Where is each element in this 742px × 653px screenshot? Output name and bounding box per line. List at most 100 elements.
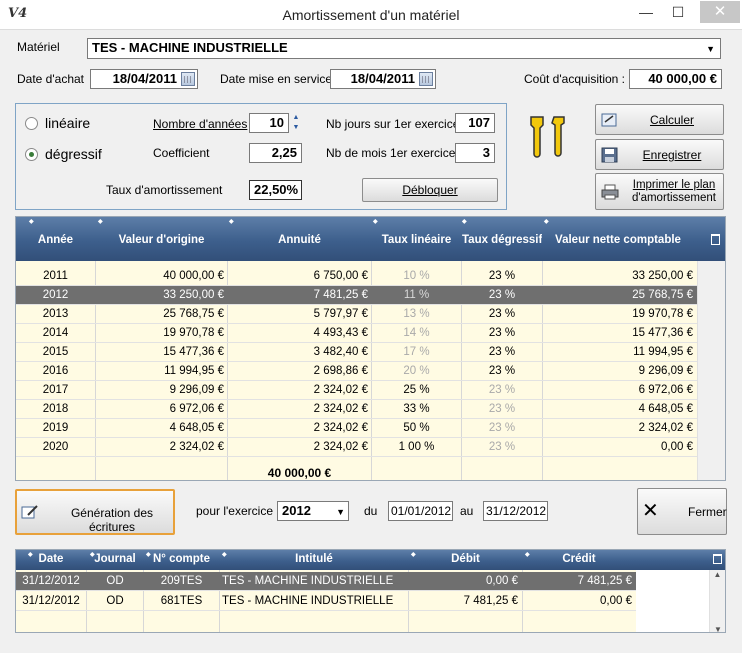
- cell-taux-degressif: 23 %: [488, 327, 516, 339]
- col-taux-degressif[interactable]: Taux dégressif: [462, 231, 542, 250]
- ecritures-scrollbar[interactable]: ▲ ▼: [709, 570, 725, 632]
- sort-icon[interactable]: ◆: [462, 218, 467, 225]
- sort-icon[interactable]: ◆: [544, 218, 549, 225]
- col-debit[interactable]: Débit: [409, 550, 522, 569]
- spin-down-icon[interactable]: ▼: [290, 123, 302, 133]
- enregistrer-button[interactable]: Enregistrer: [595, 139, 724, 170]
- degressif-label[interactable]: dégressif: [45, 146, 102, 162]
- exercice-select[interactable]: 2012 ▼: [277, 501, 349, 521]
- au-label: au: [460, 504, 474, 518]
- nb-annees-label: Nombre d'années: [153, 117, 248, 131]
- materiel-select[interactable]: TES - MACHINE INDUSTRIELLE ▼: [87, 38, 721, 59]
- date-achat-label: Date d'achat: [17, 72, 85, 86]
- table-row[interactable]: 2013 25 768,75 € 5 797,97 € 13 % 23 % 19 970,…: [16, 305, 697, 324]
- plan-table-header: ◆ ◆ ◆ ◆ ◆ ◆ Année Valeur d'origine Annui…: [16, 217, 725, 261]
- table-row[interactable]: 31/12/2012 OD 209TES TES - MACHINE INDUSTRI…: [16, 572, 636, 591]
- fermer-button[interactable]: ✕ Fermer: [637, 488, 727, 535]
- cell-journal: OD: [106, 595, 124, 607]
- radio-degressif[interactable]: [25, 148, 38, 161]
- table-row[interactable]: 2015 15 477,36 € 3 482,40 € 17 % 23 % 11 994,…: [16, 343, 697, 362]
- col-annuite[interactable]: Annuité: [228, 231, 371, 250]
- sort-icon[interactable]: ◆: [98, 218, 103, 225]
- cell-valeur-origine: 40 000,00 €: [163, 270, 224, 282]
- table-row[interactable]: 2018 6 972,06 € 2 324,02 € 33 % 23 % 4 648,05…: [16, 400, 697, 419]
- table-row[interactable]: 2011 40 000,00 € 6 750,00 € 10 % 23 % 33 250,…: [16, 267, 697, 286]
- table-row[interactable]: 2012 33 250,00 € 7 481,25 € 11 % 23 % 25 768,…: [16, 286, 697, 305]
- cell-annee: 2020: [42, 441, 69, 453]
- spin-buttons[interactable]: ▲ ▼: [290, 113, 302, 133]
- lineaire-label[interactable]: linéaire: [45, 115, 90, 131]
- generation-ecritures-button[interactable]: Génération des écritures: [15, 489, 175, 535]
- cell-compte: 209TES: [160, 575, 203, 587]
- ecritures-table-body: 31/12/2012 OD 209TES TES - MACHINE INDUSTRI…: [16, 570, 636, 632]
- ecritures-table[interactable]: ◆ ◆ ◆ ◆ ◆ ◆ Date Journal N° compte Intit…: [15, 549, 726, 633]
- cell-valeur-origine: 4 648,05 €: [169, 422, 224, 434]
- cell-annuite: 2 324,02 €: [313, 384, 368, 396]
- plan-amortissement-table[interactable]: ◆ ◆ ◆ ◆ ◆ ◆ Année Valeur d'origine Annui…: [15, 216, 726, 481]
- tools-icon: [527, 113, 571, 159]
- imprimer-label: Imprimer le plan d'amortissement: [626, 179, 722, 205]
- table-row[interactable]: 2016 11 994,95 € 2 698,86 € 20 % 23 % 9 296,0…: [16, 362, 697, 381]
- cell-valeur-origine: 15 477,36 €: [163, 346, 224, 358]
- cell-annuite: 2 324,02 €: [313, 441, 368, 453]
- cell-annee: 2015: [42, 346, 69, 358]
- cell-annuite: 2 698,86 €: [313, 365, 368, 377]
- calculator-icon: [601, 112, 619, 128]
- au-date-input[interactable]: 31/12/2012: [483, 501, 548, 521]
- cell-taux-lineaire: 10 %: [403, 270, 430, 282]
- col-intitule[interactable]: Intitulé: [220, 550, 408, 569]
- sort-icon[interactable]: ◆: [373, 218, 378, 225]
- col-credit[interactable]: Crédit: [523, 550, 635, 569]
- coefficient-input[interactable]: 2,25: [249, 143, 302, 163]
- cell-intitule: TES - MACHINE INDUSTRIELLE: [222, 575, 394, 587]
- materiel-value: TES - MACHINE INDUSTRIELLE: [92, 40, 288, 55]
- total-annuite: 40 000,00 €: [267, 466, 332, 480]
- imprimer-label-line1: Imprimer le plan: [632, 179, 716, 191]
- radio-lineaire[interactable]: [25, 117, 38, 130]
- calculer-button[interactable]: Calculer: [595, 104, 724, 135]
- scroll-down-icon[interactable]: ▼: [710, 625, 725, 632]
- cell-annuite: 4 493,43 €: [313, 327, 368, 339]
- cell-taux-lineaire: 14 %: [403, 327, 430, 339]
- du-date-input[interactable]: 01/01/2012: [388, 501, 453, 521]
- table-row[interactable]: 2020 2 324,02 € 2 324,02 € 1 00 % 23 % 0,00 €: [16, 438, 697, 457]
- col-compte[interactable]: N° compte: [144, 550, 219, 569]
- cell-vnc: 2 324,02 €: [638, 422, 693, 434]
- table-row[interactable]: 2019 4 648,05 € 2 324,02 € 50 % 23 % 2 324,02…: [16, 419, 697, 438]
- calendar-icon[interactable]: [181, 72, 195, 86]
- col-vnc[interactable]: Valeur nette comptable: [543, 231, 693, 250]
- spin-up-icon[interactable]: ▲: [290, 113, 302, 123]
- nb-annees-input[interactable]: 10: [249, 113, 289, 133]
- chevron-down-icon[interactable]: ▼: [336, 503, 345, 520]
- calendar-icon[interactable]: [419, 72, 433, 86]
- col-journal[interactable]: Journal: [87, 550, 143, 569]
- table-row[interactable]: 31/12/2012 OD 681TES TES - MACHINE INDUSTRI…: [16, 592, 636, 611]
- cell-taux-degressif: 23 %: [488, 441, 516, 453]
- cell-taux-degressif: 23 %: [488, 289, 516, 301]
- ecritures-table-header: ◆ ◆ ◆ ◆ ◆ ◆ Date Journal N° compte Intit…: [16, 550, 725, 570]
- col-taux-lineaire[interactable]: Taux linéaire: [372, 231, 461, 250]
- table-row[interactable]: 2014 19 970,78 € 4 493,43 € 14 % 23 % 15 477,…: [16, 324, 697, 343]
- plan-scrollbar[interactable]: [697, 261, 725, 480]
- table-row[interactable]: 2017 9 296,09 € 2 324,02 € 25 % 23 % 6 972,06…: [16, 381, 697, 400]
- cell-annee: 2012: [42, 289, 69, 301]
- scroll-up-icon[interactable]: ▲: [710, 570, 725, 579]
- cell-taux-lineaire: 1 00 %: [398, 441, 435, 453]
- trash-icon[interactable]: [711, 234, 720, 245]
- debloquer-button[interactable]: Débloquer: [362, 178, 498, 202]
- close-icon[interactable]: ✕: [700, 1, 740, 23]
- col-annee[interactable]: Année: [16, 231, 95, 250]
- chevron-down-icon[interactable]: ▼: [706, 40, 715, 58]
- exercice-value: 2012: [282, 503, 311, 518]
- sort-icon[interactable]: ◆: [29, 218, 34, 225]
- minimize-icon[interactable]: —: [632, 1, 660, 23]
- maximize-icon[interactable]: ☐: [664, 1, 692, 23]
- col-date[interactable]: Date: [16, 550, 86, 569]
- col-valeur-origine[interactable]: Valeur d'origine: [96, 231, 227, 250]
- imprimer-plan-button[interactable]: Imprimer le plan d'amortissement: [595, 173, 724, 210]
- sort-icon[interactable]: ◆: [229, 218, 234, 225]
- cell-taux-lineaire: 25 %: [403, 384, 430, 396]
- cell-taux-degressif: 23 %: [488, 308, 516, 320]
- cell-annuite: 3 482,40 €: [313, 346, 368, 358]
- trash-icon[interactable]: [713, 554, 722, 564]
